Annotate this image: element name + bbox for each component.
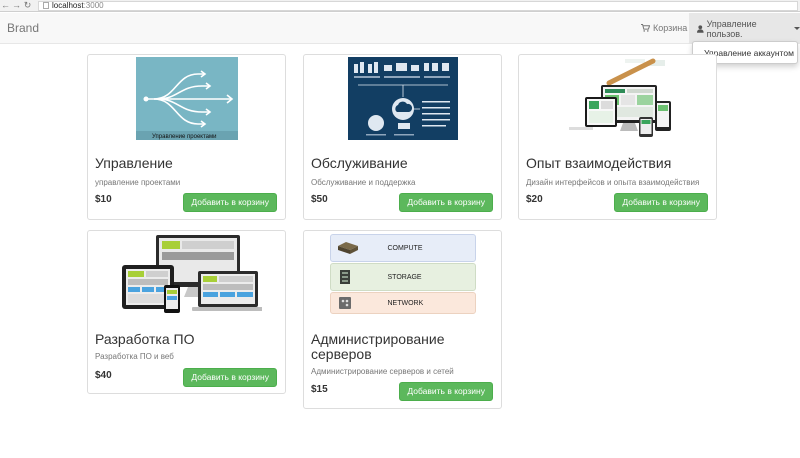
compute-label: COMPUTE: [387, 244, 423, 252]
responsive-devices-image: [568, 58, 671, 137]
user-menu-label: Управление пользов.: [706, 18, 757, 39]
navbar: Brand Корзина Управление пользов.: [0, 13, 800, 44]
image-caption: Управление проектами: [152, 134, 216, 140]
product-description: Дизайн интерфейсов и опыта взаимодействи…: [526, 178, 700, 187]
product-title: Разработка ПО: [95, 331, 195, 347]
software-devices-image: [121, 235, 262, 313]
user-icon: [697, 24, 704, 33]
product-price: $50: [311, 194, 328, 205]
network-tile: NETWORK: [329, 292, 476, 314]
cart-label: Корзина: [653, 23, 688, 33]
caret-down-icon: [794, 27, 800, 30]
address-bar[interactable]: localhost:3000: [38, 0, 798, 11]
product-card: Разработка ПО Разработка ПО и веб $40 До…: [87, 230, 286, 394]
product-card: COMPUTE STORAGE NETWORK Администрировани…: [303, 230, 502, 409]
project-management-image: Управление проектами: [135, 57, 238, 140]
network-label: NETWORK: [387, 299, 424, 307]
compute-tile: COMPUTE: [329, 234, 476, 262]
add-to-cart-button[interactable]: Добавить в корзину: [183, 368, 277, 387]
product-description: Администрирование серверов и сетей: [311, 367, 454, 376]
reload-icon[interactable]: ↻: [22, 0, 33, 11]
product-card: Управление проектами Управление управлен…: [87, 54, 286, 220]
product-description: Разработка ПО и веб: [95, 352, 174, 361]
browser-toolbar: ← → ↻ localhost:3000: [0, 0, 800, 12]
product-price: $10: [95, 194, 112, 205]
storage-tile: STORAGE: [329, 263, 476, 291]
storage-label: STORAGE: [387, 273, 422, 281]
product-description: Обслуживание и поддержка: [311, 178, 416, 187]
network-icon: [338, 297, 351, 309]
url-host: localhost: [52, 0, 84, 10]
product-description: управление проектами: [95, 178, 181, 187]
product-price: $20: [526, 194, 543, 205]
url-port: :3000: [83, 0, 104, 10]
user-menu-toggle[interactable]: Управление пользов.: [689, 13, 800, 44]
add-to-cart-button[interactable]: Добавить в корзину: [614, 193, 708, 212]
menu-item-account[interactable]: Управление аккаунтом: [704, 48, 794, 58]
add-to-cart-button[interactable]: Добавить в корзину: [183, 193, 277, 212]
product-price: $15: [311, 384, 328, 395]
server-icon: [337, 242, 358, 254]
cart-link[interactable]: Корзина: [641, 23, 687, 33]
product-title: Управление: [95, 155, 173, 171]
add-to-cart-button[interactable]: Добавить в корзину: [399, 382, 493, 401]
page-icon: [43, 2, 49, 9]
storage-icon: [339, 270, 350, 284]
back-icon[interactable]: ←: [0, 0, 11, 11]
cart-icon: [641, 24, 650, 32]
product-card: Обслуживание Обслуживание и поддержка $5…: [303, 54, 502, 220]
product-title: Администрирование серверов: [311, 331, 445, 362]
forward-icon[interactable]: →: [11, 0, 22, 11]
product-card: Опыт взаимодействия Дизайн интерфейсов и…: [518, 54, 717, 220]
support-infographic-image: [347, 57, 458, 140]
brand-link[interactable]: Brand: [7, 21, 39, 35]
product-price: $40: [95, 370, 112, 381]
add-to-cart-button[interactable]: Добавить в корзину: [399, 193, 493, 212]
product-title: Обслуживание: [311, 155, 408, 171]
product-title: Опыт взаимодействия: [526, 155, 672, 171]
